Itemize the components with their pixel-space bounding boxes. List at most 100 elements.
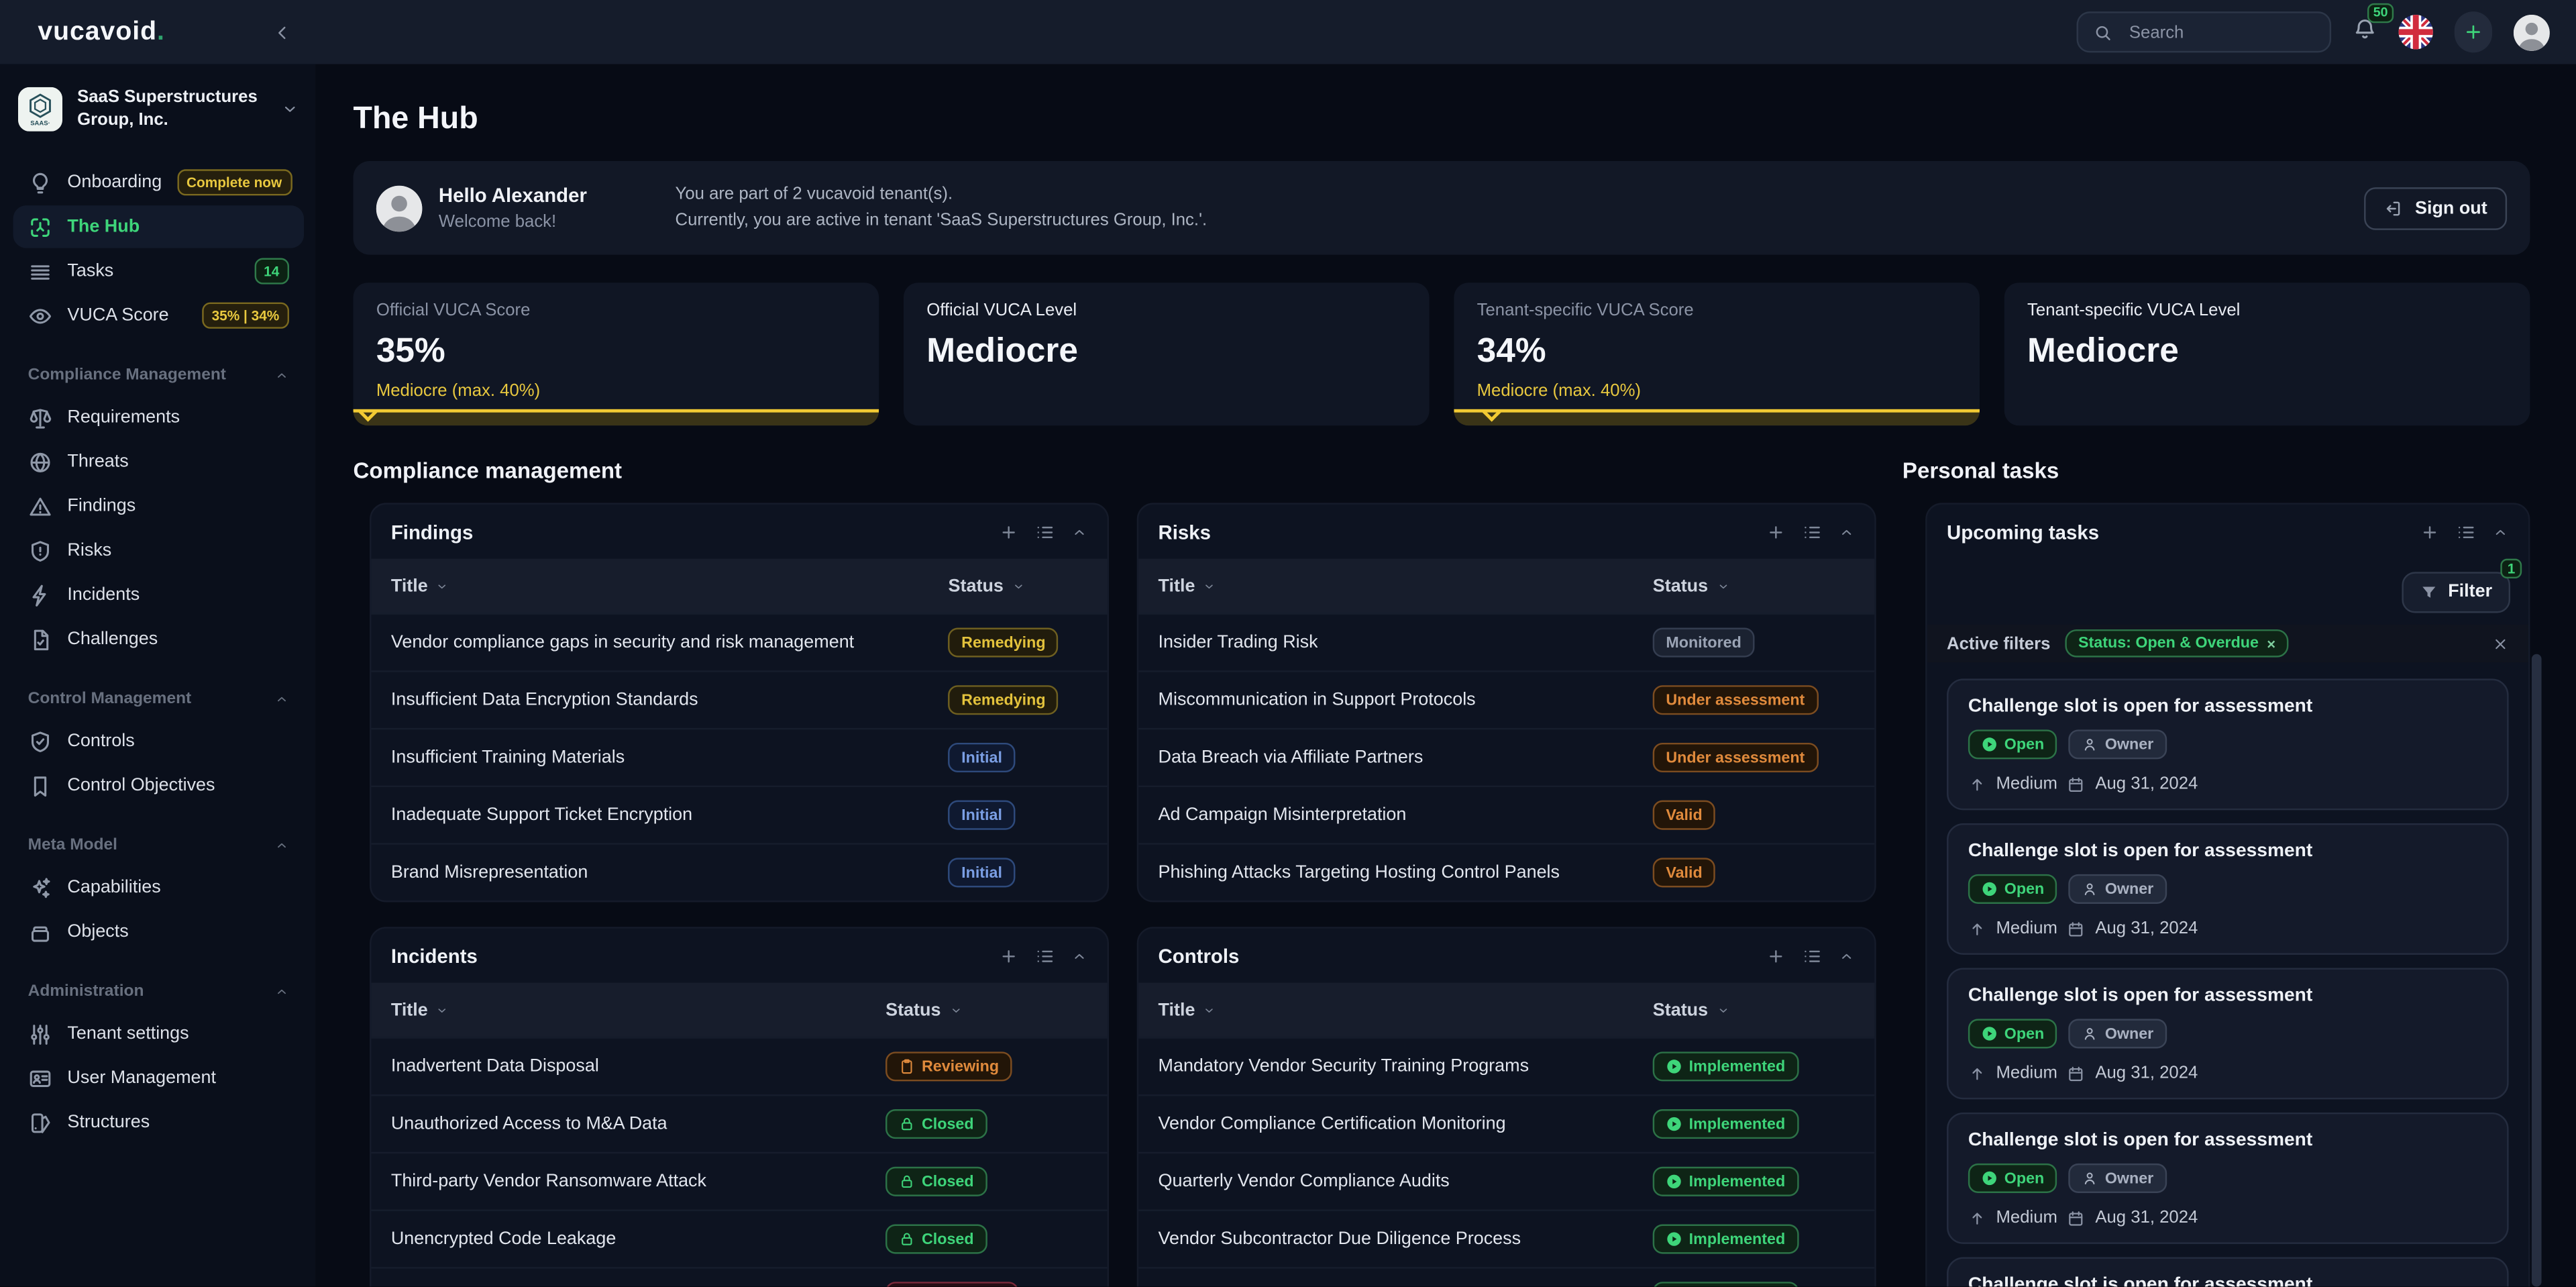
filter-chip[interactable]: Status: Open & Overdue × [2065, 629, 2288, 658]
chip-remove-icon[interactable]: × [2267, 635, 2275, 652]
sidebar-item-vuca-score[interactable]: VUCA Score35% | 34% [13, 295, 304, 338]
clear-filters-button[interactable] [2492, 635, 2508, 652]
sidebar-item-findings[interactable]: Findings [13, 485, 304, 528]
table-row[interactable]: Insider Trading RiskMonitored [1138, 613, 1874, 670]
table-row[interactable]: Data Breach via Affiliate PartnersUnder … [1138, 728, 1874, 786]
sidebar-item-challenges[interactable]: Challenges [13, 619, 304, 662]
table-row[interactable]: Ad Campaign MisinterpretationValid [1138, 786, 1874, 843]
collapse-panel-button[interactable] [2492, 523, 2508, 539]
add-item-button[interactable] [1766, 522, 1786, 542]
task-card[interactable]: Challenge slot is open for assessmentOpe… [1947, 1257, 2509, 1286]
table-row[interactable]: Quarterly Vendor Compliance AuditsImplem… [1138, 1152, 1874, 1210]
sign-out-button[interactable]: Sign out [2364, 187, 2507, 229]
table-row[interactable]: Mandatory Vendor Security Training Progr… [1138, 1037, 1874, 1094]
add-item-button[interactable] [1766, 945, 1786, 965]
list-view-button[interactable] [1803, 522, 1822, 542]
column-header-status[interactable]: Status [885, 1000, 1087, 1019]
app-logo[interactable]: vucavoid. [38, 17, 165, 47]
sidebar-item-requirements[interactable]: Requirements [13, 397, 304, 440]
sidebar-collapse-button[interactable] [273, 0, 299, 64]
table-row[interactable]: Vendor Compliance Certification Monitori… [1138, 1094, 1874, 1152]
chevron-up-icon[interactable] [274, 692, 289, 707]
add-item-button[interactable] [999, 945, 1018, 965]
table-row[interactable]: Unauthorized Software PushRemedying [371, 1267, 1107, 1286]
play-circle-icon [1981, 881, 1997, 897]
add-item-button[interactable] [999, 522, 1018, 542]
table-row[interactable]: Unencrypted Code LeakageClosed [371, 1209, 1107, 1267]
column-header-status[interactable]: Status [1653, 576, 1855, 595]
list-view-button[interactable] [1035, 522, 1055, 542]
table-row[interactable]: Vendor compliance gaps in security and r… [371, 613, 1107, 670]
tasks-scrollbar[interactable] [2532, 654, 2542, 1287]
tenant-logo: SAAS· [18, 87, 62, 132]
collapse-panel-button[interactable] [1838, 947, 1854, 964]
chevron-up-icon[interactable] [274, 839, 289, 854]
sidebar-item-structures[interactable]: Structures [13, 1102, 304, 1145]
table-row[interactable]: Secure Code ReviewImplemented [1138, 1267, 1874, 1286]
sidebar-section-meta-model: Meta Model [28, 837, 289, 855]
sidebar-item-tenant-settings[interactable]: Tenant settings [13, 1013, 304, 1056]
row-title-text: Inadequate Support Ticket Encryption [391, 805, 692, 825]
sidebar-item-threats[interactable]: Threats [13, 441, 304, 484]
notifications-button[interactable]: 50 [2353, 15, 2377, 48]
box-icon [28, 920, 53, 945]
id-card-icon [28, 1066, 53, 1091]
collapse-panel-button[interactable] [1071, 947, 1087, 964]
panel-risks: RisksTitleStatusInsider Trading RiskMoni… [1137, 503, 1876, 902]
collapse-panel-button[interactable] [1071, 523, 1087, 539]
tenant-selector[interactable]: SAAS· SaaS Superstructures Group, Inc. [13, 87, 304, 132]
task-card[interactable]: Challenge slot is open for assessmentOpe… [1947, 1113, 2509, 1244]
column-header-title[interactable]: Title [1159, 576, 1653, 595]
create-button[interactable] [2455, 11, 2492, 52]
score-card-official-vuca-level: Official VUCA LevelMediocre [904, 282, 1430, 425]
panel-actions [999, 945, 1087, 965]
sidebar-item-control-objectives[interactable]: Control Objectives [13, 764, 304, 807]
list-view-button[interactable] [1803, 945, 1822, 965]
table-row[interactable]: Inadequate Support Ticket EncryptionInit… [371, 786, 1107, 843]
user-avatar[interactable] [2514, 14, 2550, 50]
task-card[interactable]: Challenge slot is open for assessmentOpe… [1947, 678, 2509, 810]
score-card-tenant-specific-vuca-level: Tenant-specific VUCA LevelMediocre [2004, 282, 2530, 425]
column-header-title[interactable]: Title [391, 576, 949, 595]
table-row[interactable]: Brand MisrepresentationInitial [371, 843, 1107, 900]
row-status: Reviewing [885, 1051, 1087, 1081]
collapse-panel-button[interactable] [1838, 523, 1854, 539]
sidebar-item-risks[interactable]: Risks [13, 529, 304, 572]
chevron-up-icon[interactable] [274, 985, 289, 1000]
table-row[interactable]: Third-party Vendor Ransomware AttackClos… [371, 1152, 1107, 1210]
column-header-status[interactable]: Status [1653, 1000, 1855, 1019]
column-header-title[interactable]: Title [391, 1000, 885, 1019]
table-row[interactable]: Insufficient Data Encryption StandardsRe… [371, 670, 1107, 728]
task-status-badge: Open [1968, 874, 2057, 904]
notifications-count-badge: 50 [2367, 3, 2394, 22]
chevron-up-icon[interactable] [274, 368, 289, 383]
sidebar-item-user-management[interactable]: User Management [13, 1057, 304, 1100]
sidebar-item-onboarding[interactable]: OnboardingComplete now [13, 162, 304, 205]
language-flag-button[interactable] [2399, 15, 2433, 49]
sidebar-item-objects[interactable]: Objects [13, 911, 304, 954]
table-row[interactable]: Phishing Attacks Targeting Hosting Contr… [1138, 843, 1874, 900]
task-card[interactable]: Challenge slot is open for assessmentOpe… [1947, 968, 2509, 1099]
column-header-title[interactable]: Title [1159, 1000, 1653, 1019]
sidebar-item-tasks[interactable]: Tasks14 [13, 250, 304, 293]
list-view-button[interactable] [2456, 522, 2475, 542]
column-header-status[interactable]: Status [949, 576, 1088, 595]
sidebar-item-controls[interactable]: Controls [13, 720, 304, 763]
table-row[interactable]: Vendor Subcontractor Due Diligence Proce… [1138, 1209, 1874, 1267]
filter-button[interactable]: Filter 1 [2402, 571, 2510, 612]
shield-check-icon [28, 729, 53, 754]
table-row[interactable]: Unauthorized Access to M&A DataClosed [371, 1094, 1107, 1152]
sidebar-item-incidents[interactable]: Incidents [13, 574, 304, 617]
table-row[interactable]: Miscommunication in Support ProtocolsUnd… [1138, 670, 1874, 728]
table-row[interactable]: Inadvertent Data DisposalReviewing [371, 1037, 1107, 1094]
add-task-button[interactable] [2420, 522, 2439, 542]
sidebar-item-label: Control Objectives [67, 776, 289, 796]
search-input[interactable] [2077, 11, 2332, 52]
list-view-button[interactable] [1035, 945, 1055, 965]
page-title: The Hub [354, 102, 2530, 138]
task-card[interactable]: Challenge slot is open for assessmentOpe… [1947, 823, 2509, 955]
sidebar-item-capabilities[interactable]: Capabilities [13, 866, 304, 909]
sidebar-item-the-hub[interactable]: The Hub [13, 206, 304, 249]
search-field[interactable] [2126, 21, 2315, 44]
table-row[interactable]: Insufficient Training MaterialsInitial [371, 728, 1107, 786]
